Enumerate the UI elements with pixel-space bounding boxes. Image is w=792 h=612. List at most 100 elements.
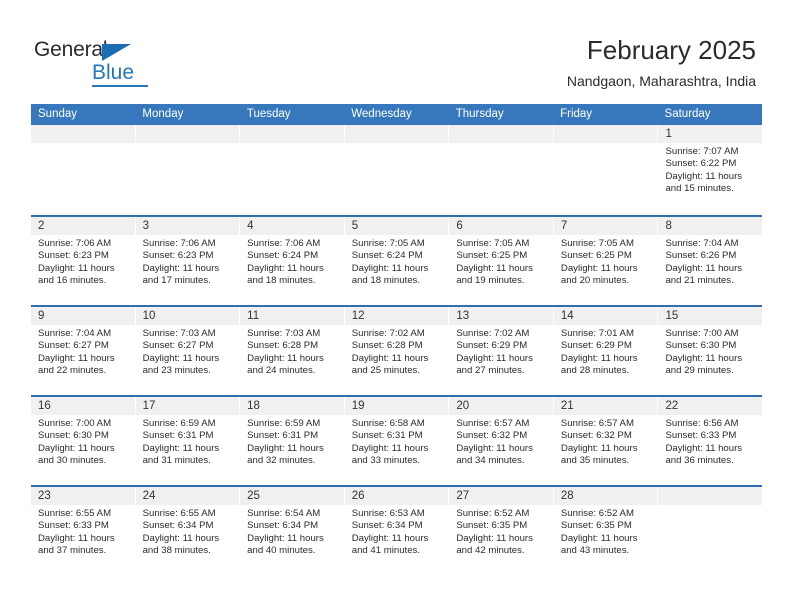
day-cell[interactable]: 21 Sunrise: 6:57 AM Sunset: 6:32 PM Dayligh… xyxy=(553,397,659,485)
daylight-text: Daylight: 11 hours and 30 minutes. xyxy=(38,442,115,467)
day-cell[interactable]: 25 Sunrise: 6:54 AM Sunset: 6:34 PM Dayligh… xyxy=(240,487,345,575)
day-cell[interactable]: 26 Sunrise: 6:53 AM Sunset: 6:34 PM Dayligh… xyxy=(344,487,450,575)
day-cell[interactable]: 9 Sunrise: 7:04 AM Sunset: 6:27 PM Daylight… xyxy=(31,307,136,395)
sunrise-text: Sunrise: 6:58 AM xyxy=(351,418,425,429)
day-number: 28 xyxy=(553,487,658,505)
day-cell[interactable]: 17 Sunrise: 6:59 AM Sunset: 6:31 PM Dayligh… xyxy=(135,397,241,485)
day-cell[interactable]: 27 Sunrise: 6:52 AM Sunset: 6:35 PM Dayligh… xyxy=(449,487,554,575)
sunrise-text: Sunrise: 6:57 AM xyxy=(456,418,530,429)
calendar-weeks: 1 Sunrise: 7:07 AM Sunset: 6:22 PM Daylight… xyxy=(31,125,763,575)
day-cell[interactable]: 22 Sunrise: 6:56 AM Sunset: 6:33 PM Dayligh… xyxy=(658,397,763,485)
day-number: 20 xyxy=(449,397,553,415)
sunset-text: Sunset: 6:31 PM xyxy=(142,430,214,442)
sunrise-text: Sunrise: 7:05 AM xyxy=(351,238,425,249)
day-cell-empty xyxy=(553,125,659,213)
day-cell[interactable]: 19 Sunrise: 6:58 AM Sunset: 6:31 PM Dayligh… xyxy=(344,397,450,485)
day-cell[interactable]: 10 Sunrise: 7:03 AM Sunset: 6:27 PM Dayligh… xyxy=(135,307,241,395)
day-details: Sunrise: 6:56 AM Sunset: 6:33 PM Daylight:… xyxy=(658,415,762,468)
sunset-text: Sunset: 6:24 PM xyxy=(351,250,423,262)
sunset-text: Sunset: 6:23 PM xyxy=(142,250,214,262)
day-number: 9 xyxy=(31,307,135,325)
day-cell[interactable]: 16 Sunrise: 7:00 AM Sunset: 6:30 PM Dayligh… xyxy=(31,397,136,485)
sunset-text: Sunset: 6:29 PM xyxy=(560,340,632,352)
daylight-text: Daylight: 11 hours and 23 minutes. xyxy=(142,352,220,377)
weekday-header-saturday: Saturday xyxy=(664,108,711,120)
daylight-text: Daylight: 11 hours and 16 minutes. xyxy=(38,262,115,287)
day-cell[interactable]: 14 Sunrise: 7:01 AM Sunset: 6:29 PM Dayligh… xyxy=(553,307,659,395)
sunset-text: Sunset: 6:34 PM xyxy=(247,520,319,532)
day-details: Sunrise: 7:05 AM Sunset: 6:25 PM Daylight:… xyxy=(449,235,553,288)
daylight-text: Daylight: 11 hours and 28 minutes. xyxy=(560,352,638,377)
sunrise-text: Sunrise: 7:06 AM xyxy=(247,238,321,249)
daylight-text: Daylight: 11 hours and 29 minutes. xyxy=(665,352,743,377)
general-blue-logo[interactable]: General Blue xyxy=(34,38,164,87)
sunset-text: Sunset: 6:25 PM xyxy=(560,250,632,262)
day-cell[interactable]: 13 Sunrise: 7:02 AM Sunset: 6:29 PM Dayligh… xyxy=(449,307,554,395)
sunrise-text: Sunrise: 6:59 AM xyxy=(142,418,216,429)
day-number xyxy=(449,125,553,143)
sunrise-text: Sunrise: 7:02 AM xyxy=(456,328,530,339)
day-number xyxy=(240,125,344,143)
sunrise-text: Sunrise: 6:53 AM xyxy=(351,508,425,519)
day-cell[interactable]: 2 Sunrise: 7:06 AM Sunset: 6:23 PM Daylight… xyxy=(31,217,136,305)
day-cell[interactable]: 23 Sunrise: 6:55 AM Sunset: 6:33 PM Dayligh… xyxy=(31,487,136,575)
day-details: Sunrise: 6:59 AM Sunset: 6:31 PM Daylight:… xyxy=(240,415,344,468)
sunrise-text: Sunrise: 6:52 AM xyxy=(560,508,634,519)
sunrise-text: Sunrise: 7:04 AM xyxy=(38,328,112,339)
day-cell[interactable]: 6 Sunrise: 7:05 AM Sunset: 6:25 PM Daylight… xyxy=(449,217,554,305)
daylight-text: Daylight: 11 hours and 37 minutes. xyxy=(38,532,115,557)
sunset-text: Sunset: 6:23 PM xyxy=(38,250,109,262)
daylight-text: Daylight: 11 hours and 31 minutes. xyxy=(142,442,220,467)
day-cell[interactable]: 12 Sunrise: 7:02 AM Sunset: 6:28 PM Dayligh… xyxy=(344,307,450,395)
day-details: Sunrise: 7:07 AM Sunset: 6:22 PM Daylight:… xyxy=(658,143,762,196)
day-details: Sunrise: 7:02 AM Sunset: 6:29 PM Daylight:… xyxy=(449,325,553,378)
daylight-text: Daylight: 11 hours and 19 minutes. xyxy=(456,262,533,287)
day-details: Sunrise: 6:54 AM Sunset: 6:34 PM Daylight:… xyxy=(240,505,344,558)
calendar-week-row: 2 Sunrise: 7:06 AM Sunset: 6:23 PM Daylight… xyxy=(31,215,763,305)
day-details: Sunrise: 7:04 AM Sunset: 6:27 PM Daylight:… xyxy=(31,325,135,378)
day-number: 4 xyxy=(240,217,344,235)
sunset-text: Sunset: 6:30 PM xyxy=(38,430,109,442)
daylight-text: Daylight: 11 hours and 38 minutes. xyxy=(142,532,220,557)
day-details: Sunrise: 7:03 AM Sunset: 6:28 PM Daylight:… xyxy=(240,325,344,378)
sunrise-text: Sunrise: 6:56 AM xyxy=(665,418,739,429)
sunset-text: Sunset: 6:28 PM xyxy=(247,340,319,352)
sunset-text: Sunset: 6:34 PM xyxy=(142,520,214,532)
day-cell[interactable]: 11 Sunrise: 7:03 AM Sunset: 6:28 PM Dayligh… xyxy=(240,307,345,395)
day-cell-empty xyxy=(135,125,241,213)
day-cell[interactable]: 4 Sunrise: 7:06 AM Sunset: 6:24 PM Daylight… xyxy=(240,217,345,305)
day-number: 21 xyxy=(553,397,658,415)
daylight-text: Daylight: 11 hours and 20 minutes. xyxy=(560,262,638,287)
title-block: February 2025 Nandgaon, Maharashtra, Ind… xyxy=(567,34,756,90)
sunset-text: Sunset: 6:27 PM xyxy=(142,340,214,352)
daylight-text: Daylight: 11 hours and 33 minutes. xyxy=(351,442,429,467)
calendar-page: General Blue February 2025 Nandgaon, Mah… xyxy=(0,0,792,612)
day-cell[interactable]: 15 Sunrise: 7:00 AM Sunset: 6:30 PM Dayligh… xyxy=(658,307,763,395)
day-cell-empty xyxy=(344,125,450,213)
day-cell[interactable]: 20 Sunrise: 6:57 AM Sunset: 6:32 PM Dayligh… xyxy=(449,397,554,485)
day-number: 10 xyxy=(135,307,240,325)
day-details: Sunrise: 6:55 AM Sunset: 6:34 PM Daylight:… xyxy=(136,505,240,558)
day-cell[interactable]: 1 Sunrise: 7:07 AM Sunset: 6:22 PM Daylight… xyxy=(658,125,763,213)
daylight-text: Daylight: 11 hours and 17 minutes. xyxy=(142,262,220,287)
day-details: Sunrise: 6:59 AM Sunset: 6:31 PM Daylight:… xyxy=(136,415,240,468)
sunrise-text: Sunrise: 7:01 AM xyxy=(560,328,634,339)
day-details: Sunrise: 6:55 AM Sunset: 6:33 PM Daylight:… xyxy=(31,505,135,558)
day-cell[interactable]: 3 Sunrise: 7:06 AM Sunset: 6:23 PM Daylight… xyxy=(135,217,241,305)
page-title: February 2025 xyxy=(586,35,756,65)
day-number: 5 xyxy=(344,217,449,235)
day-details: Sunrise: 7:06 AM Sunset: 6:23 PM Daylight:… xyxy=(31,235,135,288)
daylight-text: Daylight: 11 hours and 18 minutes. xyxy=(351,262,429,287)
day-cell[interactable]: 7 Sunrise: 7:05 AM Sunset: 6:25 PM Daylight… xyxy=(553,217,659,305)
daylight-text: Daylight: 11 hours and 35 minutes. xyxy=(560,442,638,467)
day-cell[interactable]: 24 Sunrise: 6:55 AM Sunset: 6:34 PM Dayligh… xyxy=(135,487,241,575)
sunset-text: Sunset: 6:31 PM xyxy=(247,430,319,442)
weekday-header-wednesday: Wednesday xyxy=(351,108,412,120)
day-cell[interactable]: 28 Sunrise: 6:52 AM Sunset: 6:35 PM Dayligh… xyxy=(553,487,659,575)
day-cell[interactable]: 5 Sunrise: 7:05 AM Sunset: 6:24 PM Daylight… xyxy=(344,217,450,305)
day-cell[interactable]: 8 Sunrise: 7:04 AM Sunset: 6:26 PM Daylight… xyxy=(658,217,763,305)
weekday-header-row: Sunday Monday Tuesday Wednesday Thursday Frid… xyxy=(31,104,762,125)
page-subtitle: Nandgaon, Maharashtra, India xyxy=(566,73,756,89)
daylight-text: Daylight: 11 hours and 15 minutes. xyxy=(665,170,743,195)
day-cell[interactable]: 18 Sunrise: 6:59 AM Sunset: 6:31 PM Dayligh… xyxy=(240,397,345,485)
